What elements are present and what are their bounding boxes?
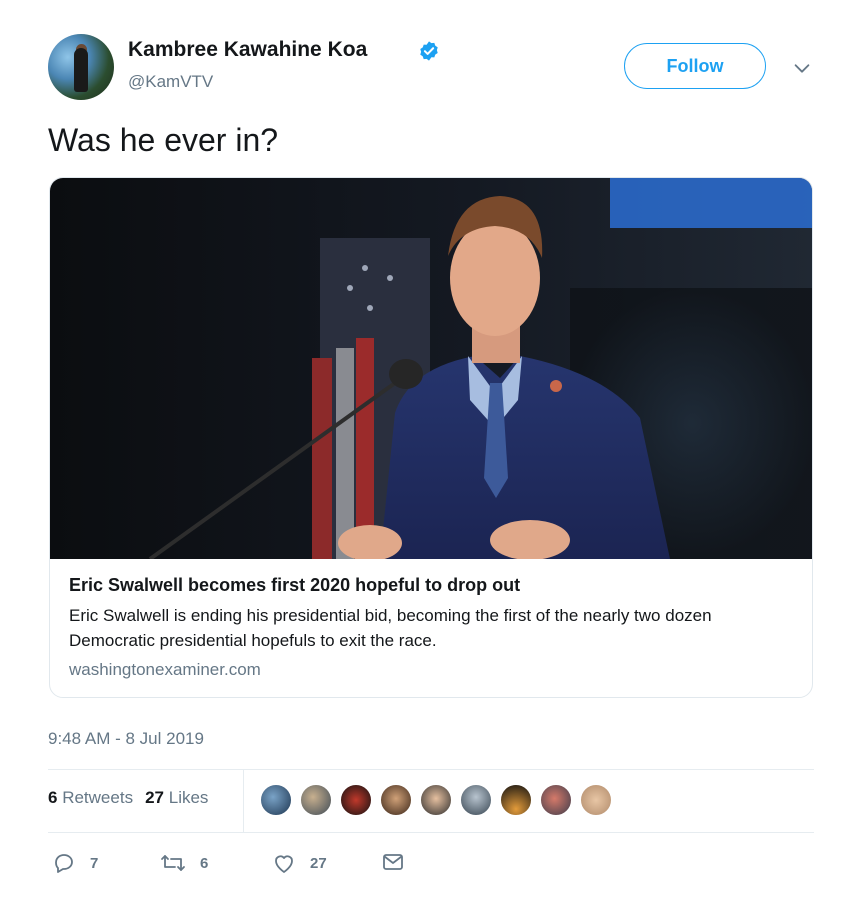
avatar[interactable]: [540, 784, 572, 816]
retweets-label: Retweets: [62, 788, 134, 807]
avatar[interactable]: [580, 784, 612, 816]
author-handle[interactable]: @KamVTV: [128, 72, 213, 92]
card-image[interactable]: [50, 178, 813, 559]
card-body[interactable]: Eric Swalwell becomes first 2020 hopeful…: [50, 559, 812, 697]
tweet-text: Was he ever in?: [48, 122, 279, 158]
card-title[interactable]: Eric Swalwell becomes first 2020 hopeful…: [69, 575, 520, 596]
like-heart-icon: [275, 855, 293, 873]
timestamp[interactable]: 9:48 AM - 8 Jul 2019: [48, 729, 204, 749]
avatar[interactable]: [380, 784, 412, 816]
avatar[interactable]: [48, 34, 114, 100]
avatar[interactable]: [500, 784, 532, 816]
reply-icon: [55, 854, 73, 873]
avatar[interactable]: [420, 784, 452, 816]
follow-button[interactable]: Follow: [624, 43, 766, 89]
card-description: Eric Swalwell is ending his presidential…: [69, 606, 712, 650]
divider: [48, 832, 814, 833]
retweet-count: 6: [200, 854, 209, 872]
engagement-stats: 6 Retweets 27 Likes: [48, 788, 208, 808]
avatar[interactable]: [340, 784, 372, 816]
divider: [48, 769, 814, 770]
link-card[interactable]: Eric Swalwell becomes first 2020 hopeful…: [49, 177, 813, 698]
reply-count: 7: [90, 854, 99, 872]
card-domain: washingtonexaminer.com: [69, 660, 261, 679]
likes-stat[interactable]: 27 Likes: [145, 788, 208, 807]
direct-message-icon: [383, 854, 403, 870]
divider: [243, 770, 244, 832]
retweets-count: 6: [48, 788, 58, 807]
direct-message-button[interactable]: [382, 852, 404, 872]
like-count: 27: [310, 854, 327, 872]
chevron-down-icon[interactable]: [791, 57, 813, 79]
retweet-icon: [161, 855, 185, 871]
tweet: Kambree Kawahine Koa @KamVTV Follow Was …: [0, 0, 867, 920]
avatar[interactable]: [460, 784, 492, 816]
retweet-button[interactable]: 6: [160, 852, 208, 874]
author-name[interactable]: Kambree Kawahine Koa: [128, 38, 367, 62]
likes-count: 27: [145, 788, 164, 807]
reply-button[interactable]: 7: [52, 852, 98, 874]
likes-label: Likes: [168, 788, 209, 807]
avatar[interactable]: [300, 784, 332, 816]
avatar[interactable]: [260, 784, 292, 816]
verified-badge-icon: [420, 41, 438, 61]
like-button[interactable]: 27: [272, 852, 327, 874]
retweets-stat[interactable]: 6 Retweets: [48, 788, 133, 807]
